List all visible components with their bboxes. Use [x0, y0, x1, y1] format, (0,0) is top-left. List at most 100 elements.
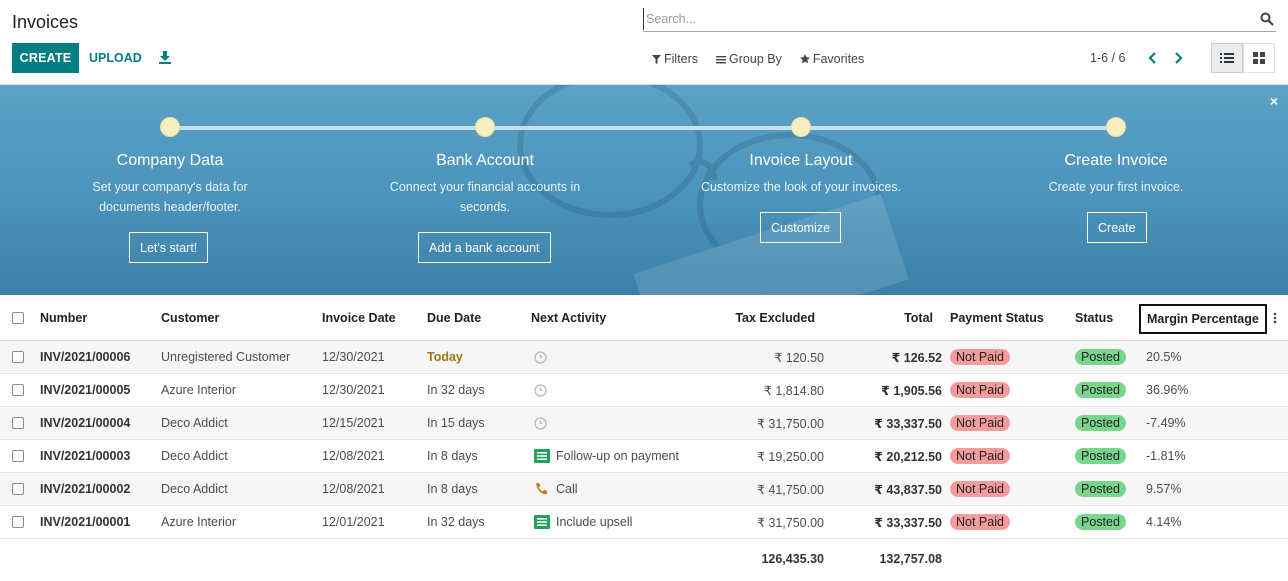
list-icon[interactable] — [534, 449, 556, 463]
total: ₹ 33,337.50 — [874, 515, 942, 530]
total-amount: 132,757.08 — [879, 552, 942, 566]
next-activity[interactable]: Include upsell — [534, 506, 632, 538]
row-checkbox[interactable] — [12, 341, 24, 373]
customize-button[interactable]: Customize — [760, 212, 842, 243]
step-dot-layout — [791, 117, 811, 137]
payment-status-badge: Not Paid — [950, 506, 1010, 538]
next-activity[interactable] — [534, 407, 547, 439]
list-icon[interactable] — [534, 515, 556, 529]
customer-name: Deco Addict — [161, 449, 228, 463]
row-checkbox[interactable] — [12, 473, 24, 505]
invoice-date: 12/08/2021 — [322, 482, 385, 496]
kanban-view-icon — [1253, 52, 1265, 64]
chevron-right-icon[interactable] — [1173, 51, 1185, 65]
col-customer[interactable]: Customer — [161, 296, 219, 340]
table-row[interactable]: INV/2021/00005 Azure Interior 12/30/2021 In… — [0, 374, 1288, 407]
clock-icon[interactable] — [534, 416, 547, 430]
row-checkbox[interactable] — [12, 374, 24, 406]
star-icon — [799, 54, 810, 64]
col-due-date[interactable]: Due Date — [427, 296, 481, 340]
invoice-table: Number Customer Invoice Date Due Date Ne… — [0, 296, 1288, 579]
table-row[interactable]: INV/2021/00001 Azure Interior 12/01/2021 In… — [0, 506, 1288, 539]
invoice-date: 12/01/2021 — [322, 515, 385, 529]
step-company-data: Company Data Set your company's data for… — [55, 152, 285, 217]
activity-label: Include upsell — [556, 515, 633, 529]
next-activity[interactable]: Follow-up on payment — [534, 440, 679, 472]
search-input[interactable] — [643, 8, 1243, 30]
list-view-button[interactable] — [1211, 43, 1243, 73]
col-margin-percentage[interactable]: Margin Percentage — [1139, 304, 1267, 334]
step-title: Bank Account — [436, 152, 534, 169]
col-next-activity[interactable]: Next Activity — [531, 296, 606, 340]
customer-name: Deco Addict — [161, 482, 228, 496]
next-activity[interactable]: Call — [534, 473, 578, 505]
status-badge: Posted — [1075, 506, 1126, 538]
close-banner-button[interactable]: × — [1270, 93, 1278, 109]
activity-label: Call — [556, 482, 578, 496]
table-row[interactable]: INV/2021/00002 Deco Addict 12/08/2021 In 8 … — [0, 473, 1288, 506]
next-activity[interactable] — [534, 374, 547, 406]
margin-percentage: 9.57% — [1146, 482, 1182, 496]
customer-name: Deco Addict — [161, 416, 228, 430]
due-date: Today — [427, 350, 463, 364]
step-title: Invoice Layout — [749, 152, 853, 169]
create-invoice-button[interactable]: Create — [1087, 212, 1147, 243]
clock-icon[interactable] — [534, 350, 547, 364]
status-badge: Posted — [1075, 473, 1126, 505]
invoice-date: 12/30/2021 — [322, 383, 385, 397]
chevron-left-icon[interactable] — [1146, 51, 1158, 65]
col-status[interactable]: Status — [1075, 296, 1113, 340]
add-bank-account-button[interactable]: Add a bank account — [418, 232, 551, 263]
filter-icon — [652, 54, 661, 64]
margin-percentage: 20.5% — [1146, 350, 1182, 364]
groupby-toggle[interactable]: Group By — [716, 52, 782, 66]
create-button[interactable]: CREATE — [12, 43, 79, 73]
total-tax-excluded: 126,435.30 — [761, 552, 824, 566]
due-date: In 15 days — [427, 416, 485, 430]
favorites-label: Favorites — [812, 52, 865, 66]
search-bar — [643, 8, 1276, 32]
col-tax-excluded[interactable]: Tax Excluded — [700, 296, 815, 340]
pager-value[interactable]: 1-6 / 6 — [1090, 51, 1125, 65]
step-create-invoice: Create Invoice Create your first invoice… — [1001, 152, 1231, 197]
table-row[interactable]: INV/2021/00004 Deco Addict 12/15/2021 In 15… — [0, 407, 1288, 440]
tax-excluded: ₹ 120.50 — [774, 350, 824, 365]
totals-row: 126,435.30 132,757.08 — [0, 539, 1288, 579]
col-number[interactable]: Number — [40, 296, 87, 340]
status-badge: Posted — [1075, 374, 1126, 406]
row-checkbox[interactable] — [12, 506, 24, 538]
control-panel: Invoices CREATE UPLOAD Filters Group By … — [0, 0, 1288, 85]
margin-percentage: 36.96% — [1146, 383, 1189, 397]
table-row[interactable]: INV/2021/00006 Unregistered Customer 12/30… — [0, 341, 1288, 374]
row-checkbox[interactable] — [12, 440, 24, 472]
favorites-toggle[interactable]: Favorites — [799, 52, 865, 66]
due-date: In 32 days — [427, 383, 485, 397]
phone-icon[interactable] — [534, 482, 556, 496]
step-dot-company — [160, 117, 180, 137]
clock-icon[interactable] — [534, 383, 547, 397]
upload-button[interactable]: UPLOAD — [89, 51, 142, 65]
tax-excluded: ₹ 31,750.00 — [756, 416, 824, 431]
payment-status-badge: Not Paid — [950, 374, 1010, 406]
step-desc: Connect your financial accounts in second… — [389, 180, 581, 214]
table-row[interactable]: INV/2021/00003 Deco Addict 12/08/2021 In 8 … — [0, 440, 1288, 473]
optional-columns-toggle[interactable] — [1273, 296, 1277, 340]
onboarding-banner: × Company Data Set your company's data f… — [0, 85, 1288, 295]
col-total[interactable]: Total — [832, 296, 933, 340]
col-invoice-date[interactable]: Invoice Date — [322, 296, 396, 340]
col-payment-status[interactable]: Payment Status — [950, 296, 1044, 340]
invoice-date: 12/08/2021 — [322, 449, 385, 463]
row-checkbox[interactable] — [12, 407, 24, 439]
total: ₹ 43,837.50 — [874, 482, 942, 497]
filters-toggle[interactable]: Filters — [652, 52, 698, 66]
invoice-number: INV/2021/00004 — [40, 416, 131, 430]
download-icon[interactable] — [158, 50, 172, 64]
select-all-checkbox[interactable] — [12, 296, 24, 340]
search-icon[interactable] — [1260, 12, 1274, 26]
margin-percentage: -7.49% — [1146, 416, 1186, 430]
status-badge: Posted — [1075, 407, 1126, 439]
kanban-view-button[interactable] — [1243, 43, 1275, 73]
lets-start-button[interactable]: Let's start! — [129, 232, 209, 263]
next-activity[interactable] — [534, 341, 547, 373]
search-options: Filters Group By Favorites — [652, 52, 864, 66]
